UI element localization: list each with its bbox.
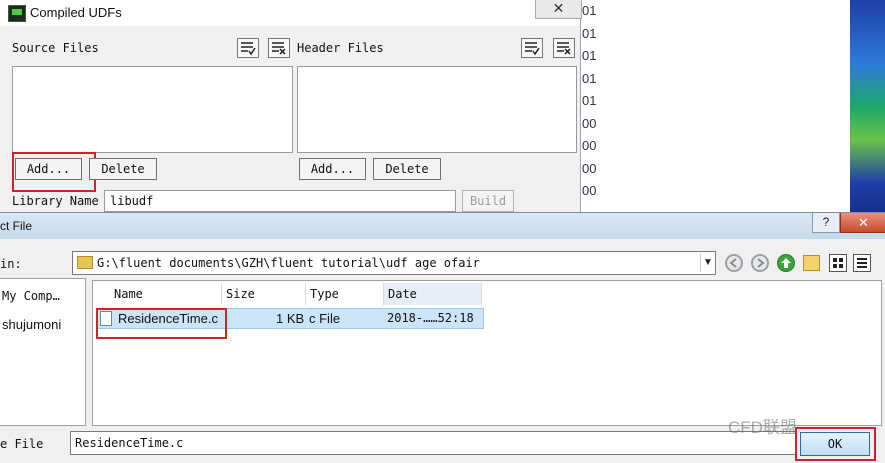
- column-date-modified[interactable]: Date Modified: [384, 283, 482, 323]
- source-files-list[interactable]: [12, 66, 293, 153]
- file-list[interactable]: Name Size Type Date Modified ResidenceTi…: [92, 280, 882, 426]
- compiled-udfs-dialog: Compiled UDFs ✕ Source Files Header File…: [0, 0, 582, 215]
- file-size: 1 KB: [276, 311, 305, 326]
- graphics-number: 01: [582, 70, 597, 86]
- library-name-label: Library Name: [12, 194, 99, 208]
- select-all-icon: [241, 42, 256, 56]
- look-in-path: G:\fluent documents\GZH\fluent tutorial\…: [97, 256, 480, 270]
- watermark: CFD联盟: [728, 418, 797, 437]
- list-view-icon[interactable]: [829, 254, 847, 272]
- back-arrow-icon: [729, 258, 737, 268]
- graphics-contour-strip: [850, 0, 885, 215]
- graphics-window: [580, 0, 885, 215]
- up-folder-icon[interactable]: [777, 254, 795, 272]
- select-file-titlebar: ct File ? ✕: [0, 213, 885, 239]
- forward-icon[interactable]: [751, 254, 769, 272]
- highlight-box: [795, 427, 876, 461]
- graphics-number: 01: [582, 25, 597, 41]
- highlight-box: [96, 308, 227, 339]
- source-deselect-all-button[interactable]: [268, 38, 290, 58]
- build-button[interactable]: Build: [462, 190, 514, 212]
- deselect-all-icon: [272, 42, 286, 55]
- library-name-value: libudf: [110, 194, 154, 208]
- detail-view-glyph: [857, 258, 867, 268]
- graphics-number: 01: [582, 3, 597, 18]
- detail-view-icon[interactable]: [853, 254, 871, 272]
- source-files-label: Source Files: [12, 41, 99, 55]
- select-all-icon: [525, 42, 540, 56]
- select-file-title: ct File: [0, 219, 33, 233]
- graphics-number: 00: [582, 183, 597, 198]
- chevron-down-icon[interactable]: ▼: [700, 254, 715, 272]
- header-files-list[interactable]: [297, 66, 577, 153]
- fluent-app-icon: [8, 5, 26, 22]
- place-shujumoni[interactable]: shujumoni: [2, 317, 61, 332]
- header-select-all-button[interactable]: [521, 38, 543, 58]
- graphics-number: 01: [582, 93, 597, 108]
- folder-icon: [77, 256, 93, 269]
- column-name[interactable]: Name: [110, 283, 222, 305]
- header-files-label: Header Files: [297, 41, 384, 55]
- udf-titlebar: Compiled UDFs ✕: [0, 0, 582, 26]
- graphics-number: 00: [582, 160, 597, 176]
- new-folder-icon[interactable]: [803, 255, 820, 271]
- deselect-all-icon: [557, 42, 571, 55]
- up-arrow-icon: [781, 258, 791, 268]
- graphics-number-column: 01 01 01 01 01 00 00 00 00: [582, 0, 604, 215]
- select-close-button[interactable]: ✕: [840, 213, 885, 233]
- graphics-number: 01: [582, 48, 597, 63]
- graphics-number: 00: [582, 115, 597, 131]
- header-deselect-all-button[interactable]: [553, 38, 575, 58]
- help-button[interactable]: ?: [812, 213, 840, 233]
- source-file-label: e File: [0, 437, 44, 451]
- source-file-value: ResidenceTime.c: [75, 436, 184, 450]
- list-view-glyph: [833, 258, 843, 268]
- column-size[interactable]: Size: [222, 283, 306, 305]
- file-date-modified: 2018-……52:18: [387, 311, 474, 325]
- column-type[interactable]: Type: [306, 283, 384, 305]
- source-delete-button[interactable]: Delete: [89, 158, 157, 180]
- header-add-button[interactable]: Add...: [299, 158, 366, 180]
- file-type: c File: [309, 311, 341, 326]
- library-name-input[interactable]: libudf: [104, 190, 456, 212]
- places-sidebar: My Comp… shujumoni: [0, 278, 86, 426]
- back-icon[interactable]: [725, 254, 743, 272]
- udf-close-button[interactable]: ✕: [535, 0, 582, 19]
- forward-arrow-icon: [757, 258, 765, 268]
- source-file-input[interactable]: ResidenceTime.c: [70, 431, 796, 455]
- highlight-box: [12, 152, 96, 192]
- look-in-label: in:: [0, 257, 22, 271]
- udf-dialog-title: Compiled UDFs: [30, 5, 122, 20]
- header-delete-button[interactable]: Delete: [373, 158, 441, 180]
- graphics-number: 00: [582, 138, 597, 153]
- source-select-all-button[interactable]: [237, 38, 259, 58]
- look-in-combobox[interactable]: G:\fluent documents\GZH\fluent tutorial\…: [72, 251, 716, 275]
- select-file-dialog: ct File ? ✕ in: G:\fluent documents\GZH\…: [0, 212, 885, 463]
- place-my-computer[interactable]: My Comp…: [2, 289, 60, 303]
